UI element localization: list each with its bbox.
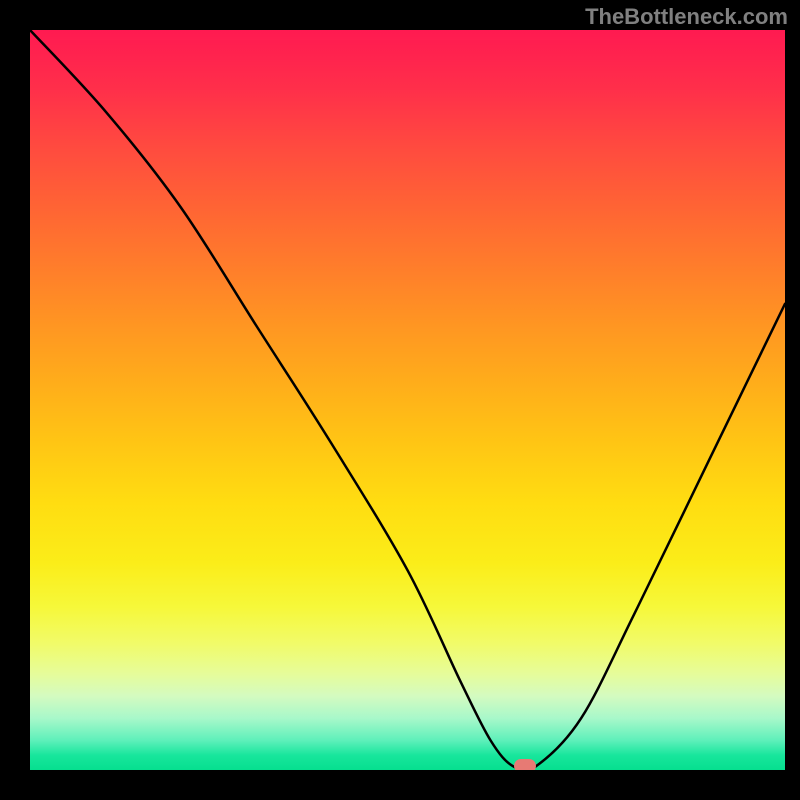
- chart-plot-area: [30, 30, 785, 770]
- optimal-point-marker: [514, 759, 536, 770]
- bottleneck-curve-line: [30, 30, 785, 770]
- attribution-text: TheBottleneck.com: [585, 4, 788, 30]
- chart-curve-svg: [30, 30, 785, 770]
